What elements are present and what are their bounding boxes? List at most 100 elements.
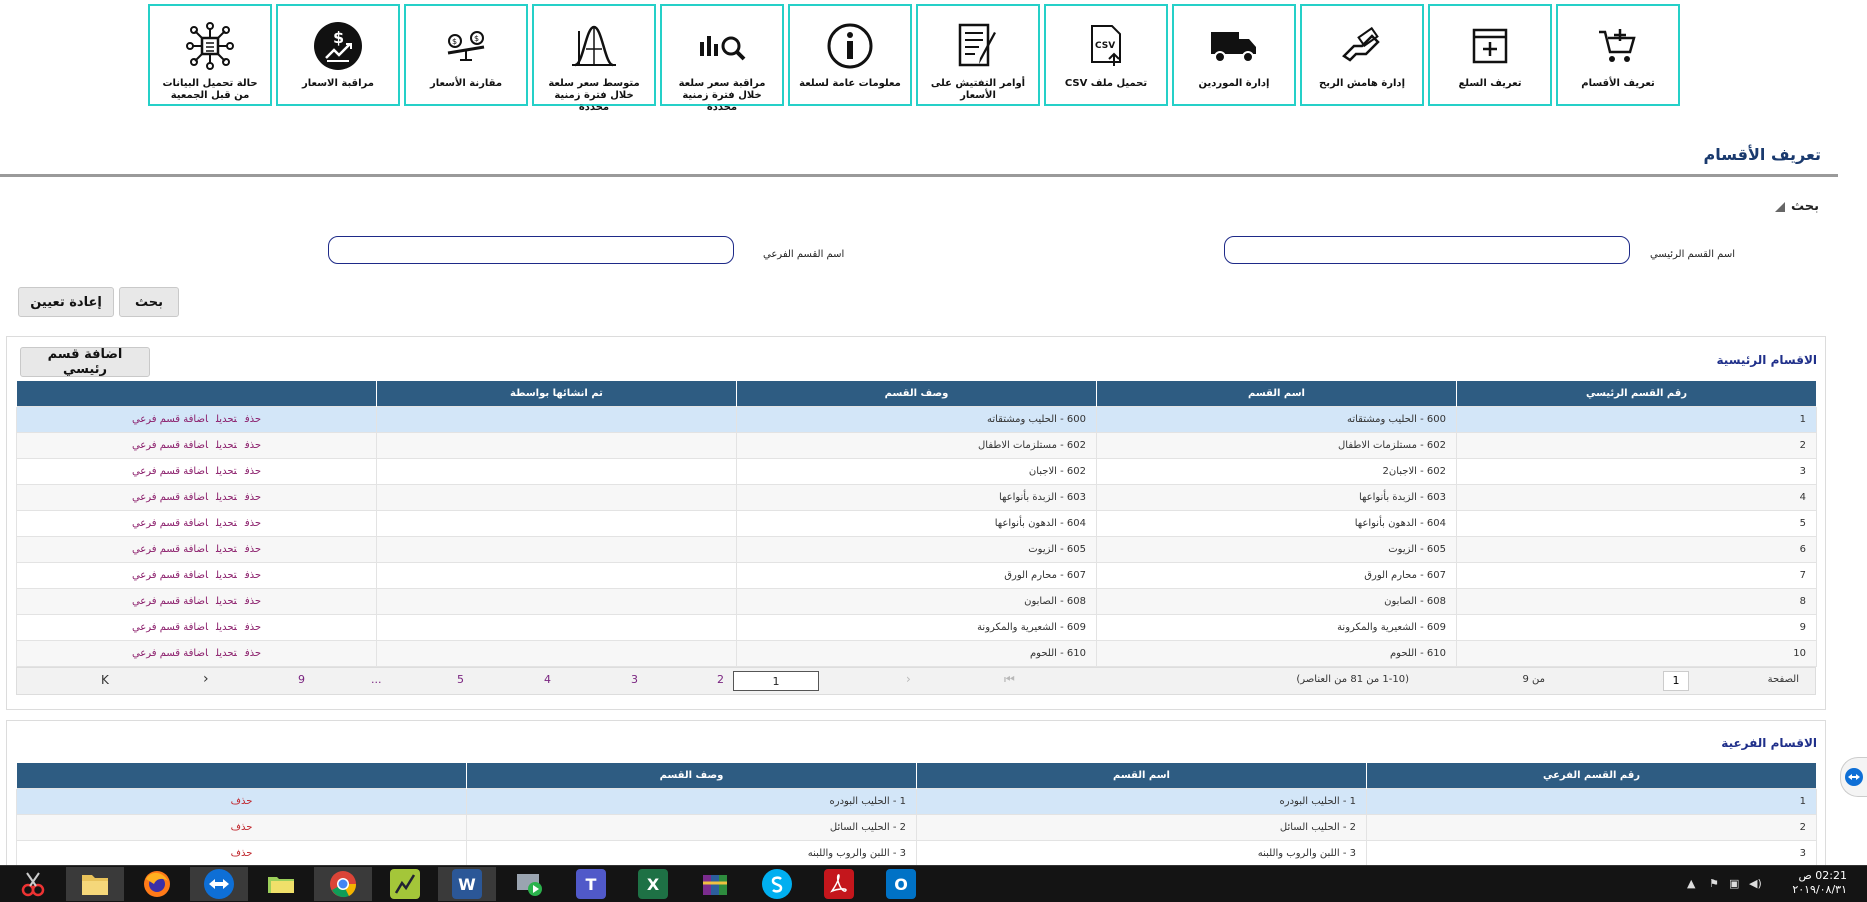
pager-page-input[interactable] [1663,671,1689,691]
delete-link[interactable]: حذف [245,570,261,581]
add-subcategory-link[interactable]: اضافة قسم فرعي [132,414,208,425]
add-subcategory-link[interactable]: اضافة قسم فرعي [132,518,208,529]
sub-category-input[interactable] [328,236,734,264]
col-header[interactable]: وصف القسم [466,763,917,789]
add-subcategory-link[interactable]: اضافة قسم فرعي [132,440,208,451]
teamviewer-side-tab[interactable] [1840,757,1867,797]
edit-link[interactable]: تحديل [216,570,237,581]
main-category-input[interactable] [1224,236,1630,264]
edit-link[interactable]: تحديل [216,518,237,529]
table-row[interactable]: 5 604 - الدهون بأنواعها 604 - الدهون بأنوا… [16,510,1817,537]
taskbar-clock[interactable]: 02:21 ص ٢٠١٩/٠٨/٣١ [1792,869,1847,897]
table-row[interactable]: 11 - الحليب البودره 1 - الحليب البودره حذف [16,788,1817,815]
edit-link[interactable]: تحديل [216,440,237,451]
add-subcategory-link[interactable]: اضافة قسم فرعي [132,622,208,633]
table-row[interactable]: 7 607 - محارم الورق 607 - محارم الورق حذفتح… [16,562,1817,589]
tile-define-goods[interactable]: تعريف السلع [1428,4,1552,106]
pager-page-link[interactable]: 3 [631,673,638,686]
add-main-category-button[interactable]: اضافة قسم رئيسي [20,347,150,377]
taskbar-spreadsheet-tool[interactable] [376,867,434,901]
taskbar-teamviewer[interactable] [190,867,248,901]
add-subcategory-link[interactable]: اضافة قسم فرعي [132,570,208,581]
delete-link[interactable]: حذف [245,492,261,503]
search-toggle[interactable]: بحث [1774,199,1819,214]
tile-inspection-orders[interactable]: أوامر التفتيش على الأسعار [916,4,1040,106]
edit-link[interactable]: تحديل [216,466,237,477]
table-row[interactable]: 33 - اللبن والروب واللبنه 3 - اللبن والرو… [16,840,1817,867]
table-row[interactable]: 2 602 - مستلزمات الاطفال 602 - مستلزمات ال… [16,432,1817,459]
last-page-icon[interactable]: K [101,673,109,687]
col-header[interactable]: اسم القسم [916,763,1367,789]
pager-page-link[interactable]: 2 [717,673,724,686]
tile-csv-upload[interactable]: CSV تحميل ملف CSV [1044,4,1168,106]
delete-link[interactable]: حذف [245,622,261,633]
table-row[interactable]: 6 605 - الزيوت 605 - الزيوت حذفتحديلاضافة ق… [16,536,1817,563]
add-subcategory-link[interactable]: اضافة قسم فرعي [132,466,208,477]
col-header[interactable]: وصف القسم [736,381,1097,407]
tile-price-compare[interactable]: $ $ مقارنة الأسعار [404,4,528,106]
pager-page-link[interactable]: 5 [457,673,464,686]
pager-current-page[interactable]: 1 [733,671,819,691]
taskbar-outlook[interactable]: O [872,867,930,901]
tile-suppliers[interactable]: إدارة الموردين [1172,4,1296,106]
taskbar-skype[interactable] [748,867,806,901]
tile-average-price-period[interactable]: متوسط سعر سلعة خلال فترة زمنية محددة [532,4,656,113]
tile-general-info[interactable]: معلومات عامة لسلعة [788,4,912,106]
edit-link[interactable]: تحديل [216,544,237,555]
taskbar-word[interactable]: W [438,867,496,901]
col-header[interactable]: تم انشائها بواسطة [376,381,737,407]
delete-link[interactable]: حذف [245,596,261,607]
pager-page-link[interactable]: 9 [298,673,305,686]
table-row[interactable]: 3 602 - الاجبان2 602 - الاجبان حذف تحديل اضاف… [16,458,1817,485]
table-row[interactable]: 1 600 - الحليب ومشتقاته 600 - الحليب ومشتق… [16,406,1817,433]
search-button[interactable]: بحث [119,287,179,317]
col-header[interactable]: رقم القسم الفرعي [1366,763,1817,789]
tray-chevron-up-icon[interactable]: ▲ [1687,877,1695,890]
add-subcategory-link[interactable]: اضافة قسم فرعي [132,544,208,555]
taskbar-excel[interactable]: X [624,867,682,901]
edit-link[interactable]: تحديل [216,622,237,633]
tile-price-monitor-period[interactable]: مراقبة سعر سلعة خلال فترة زمنية محددة [660,4,784,113]
reset-button[interactable]: إعادة تعيين [18,287,114,317]
delete-link[interactable]: حذف [231,822,253,833]
edit-link[interactable]: تحديل [216,414,237,425]
taskbar-file-explorer[interactable] [66,867,124,901]
tile-profit-margin[interactable]: إدارة هامش الربح [1300,4,1424,106]
table-row[interactable]: 22 - الحليب السائل 2 - الحليب السائل حذف [16,814,1817,841]
tray-network-icon[interactable]: ▣ [1729,877,1739,890]
taskbar-screen-recorder[interactable] [500,867,558,901]
taskbar-folders[interactable] [252,867,310,901]
col-header[interactable]: رقم القسم الرئيسي [1456,381,1817,407]
taskbar-acrobat[interactable] [810,867,868,901]
table-row[interactable]: 10 610 - اللحوم 610 - اللحوم حذفتحديلاضافة … [16,640,1817,667]
table-row[interactable]: 9 609 - الشعيرية والمكرونة 609 - الشعيرية … [16,614,1817,641]
pager-page-link[interactable]: ... [371,673,382,686]
add-subcategory-link[interactable]: اضافة قسم فرعي [132,492,208,503]
tray-flag-icon[interactable]: ⚑ [1709,877,1719,890]
next-page-icon[interactable]: ‹ [203,671,209,687]
table-row[interactable]: 4 603 - الزبدة بأنواعها 603 - الزبدة بأنوا… [16,484,1817,511]
tile-define-categories[interactable]: تعريف الأقسام [1556,4,1680,106]
add-subcategory-link[interactable]: اضافة قسم فرعي [132,648,208,659]
col-header[interactable]: اسم القسم [1096,381,1457,407]
taskbar-snipping-tool[interactable] [4,867,62,901]
delete-link[interactable]: حذف [245,440,261,451]
table-row[interactable]: 8 608 - الصابون 608 - الصابون حذفتحديلاضافة… [16,588,1817,615]
add-subcategory-link[interactable]: اضافة قسم فرعي [132,596,208,607]
delete-link[interactable]: حذف [245,648,261,659]
edit-link[interactable]: تحديل [216,492,237,503]
delete-link[interactable]: حذف [245,414,261,425]
taskbar-teams[interactable]: T [562,867,620,901]
delete-link[interactable]: حذف [231,796,253,807]
delete-link[interactable]: حذف [245,544,261,555]
pager-page-link[interactable]: 4 [544,673,551,686]
tile-data-load-status[interactable]: حالة تحميل البيانات من قبل الجمعية [148,4,272,106]
taskbar-firefox[interactable] [128,867,186,901]
edit-link[interactable]: تحديل [216,596,237,607]
delete-link[interactable]: حذف [245,518,261,529]
delete-link[interactable]: حذف [245,466,261,477]
tray-volume-icon[interactable]: ◀) [1749,877,1762,890]
taskbar-winrar[interactable] [686,867,744,901]
tile-price-monitoring[interactable]: $ مراقبة الاسعار [276,4,400,106]
delete-link[interactable]: حذف [231,848,253,859]
